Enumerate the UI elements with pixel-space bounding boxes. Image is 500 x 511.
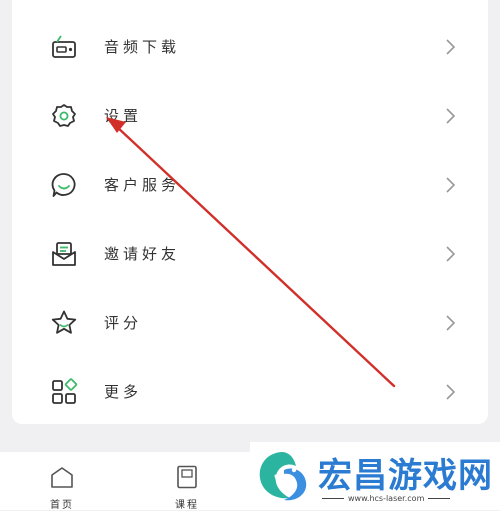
menu-item-customer-service[interactable]: 客户服务 [12,150,488,219]
book-icon [174,464,200,490]
menu-item-label: 评分 [104,314,143,332]
menu-item-settings[interactable]: 设置 [12,81,488,150]
tab-home[interactable]: 首页 [32,464,92,511]
site-watermark: 宏昌游戏网 www.hcs-laser.com [250,442,500,510]
envelope-icon [50,240,78,268]
menu-item-more[interactable]: 更多 [12,357,488,426]
menu-item-label: 更多 [104,383,143,401]
chevron-right-icon [444,38,456,56]
chevron-right-icon [444,176,456,194]
star-icon [50,309,78,337]
watermark-url: www.hcs-laser.com [318,494,454,503]
gear-icon [50,102,78,130]
settings-menu-card: 音频下载 设置 客户服务 邀请好友 评分 更多 [12,0,488,424]
dragon-logo-icon [259,452,307,501]
menu-item-audio-download[interactable]: 音频下载 [12,12,488,81]
chat-smile-icon [50,171,78,199]
chevron-right-icon [444,383,456,401]
menu-item-label: 音频下载 [104,38,181,56]
tab-label: 课程 [175,500,199,511]
tab-label: 首页 [50,500,74,511]
grid-icon [50,377,78,406]
home-icon [49,464,75,490]
menu-item-label: 邀请好友 [104,245,181,263]
tab-courses[interactable]: 课程 [157,464,217,511]
chevron-right-icon [444,314,456,332]
chevron-right-icon [444,245,456,263]
menu-item-rating[interactable]: 评分 [12,288,488,357]
menu-item-label: 设置 [104,107,143,125]
menu-item-label: 客户服务 [104,176,181,194]
chevron-right-icon [444,107,456,125]
watermark-title: 宏昌游戏网 [318,456,493,496]
menu-item-invite-friends[interactable]: 邀请好友 [12,219,488,288]
radio-icon [50,33,78,61]
